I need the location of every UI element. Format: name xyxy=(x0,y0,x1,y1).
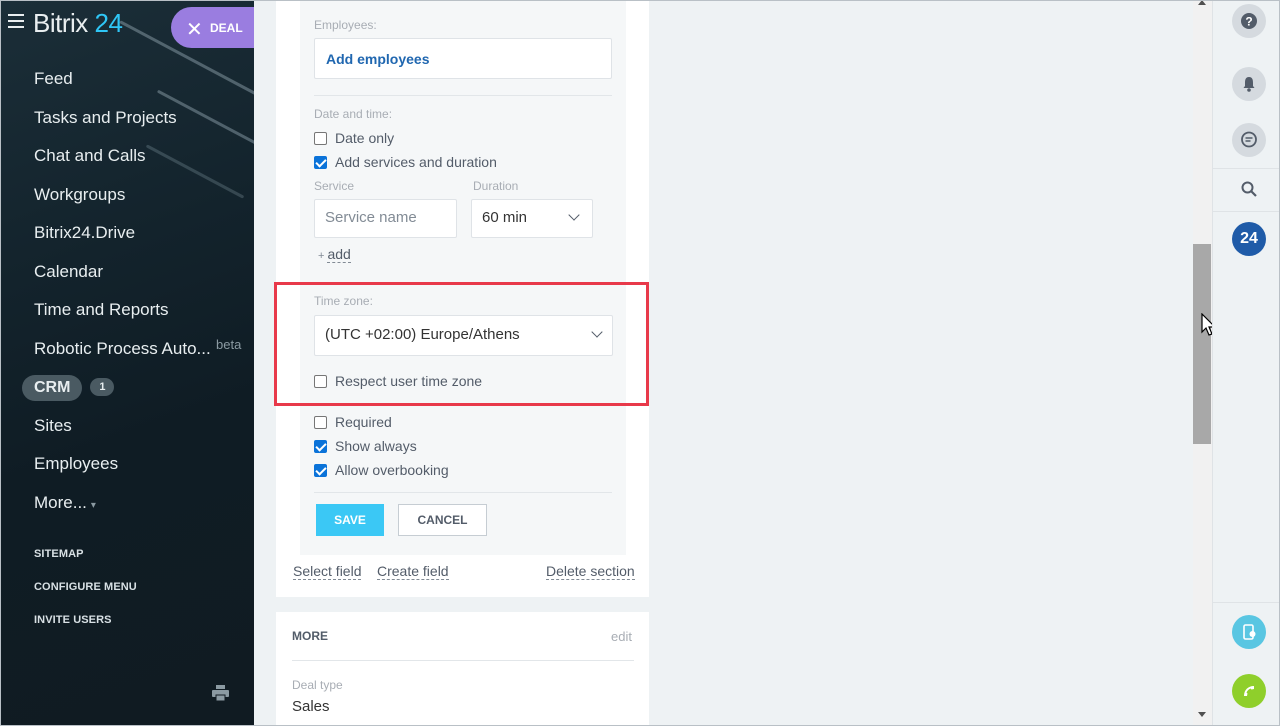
timezone-highlight-box xyxy=(274,282,649,406)
divider xyxy=(1213,602,1280,603)
date-time-label: Date and time: xyxy=(314,107,393,121)
call-icon[interactable] xyxy=(1232,674,1266,708)
sidebar-item-more[interactable]: More... ▾ xyxy=(0,486,254,525)
chevron-down-icon xyxy=(568,209,580,221)
right-panel: ? 24 xyxy=(1212,0,1280,726)
bitrix24-logo[interactable]: Bitrix 24 xyxy=(33,8,123,39)
sitemap-link[interactable]: SITEMAP xyxy=(34,548,84,560)
phone-chat-icon[interactable] xyxy=(1232,615,1266,649)
search-icon[interactable] xyxy=(1232,172,1266,206)
divider xyxy=(1213,211,1280,212)
deal-type-label: Deal type xyxy=(292,678,343,692)
allow-overbooking-checkbox[interactable]: Allow overbooking xyxy=(314,461,449,479)
sidebar-item-workgroups[interactable]: Workgroups xyxy=(0,178,254,217)
delete-section-link[interactable]: Delete section xyxy=(546,563,635,580)
employees-label: Employees: xyxy=(314,18,377,32)
scrollbar-thumb[interactable] xyxy=(1193,244,1211,444)
checkbox-checked-icon xyxy=(314,464,327,477)
checkbox-icon xyxy=(314,416,327,429)
crm-label: CRM xyxy=(22,375,83,401)
help-icon[interactable]: ? xyxy=(1232,4,1266,38)
duration-label: Duration xyxy=(473,179,519,193)
close-icon: ✕ xyxy=(186,19,203,41)
checkbox-checked-icon xyxy=(314,440,327,453)
left-sidebar: Bitrix 24 ✕ DEAL Feed Tasks and Projects… xyxy=(0,0,254,726)
sidebar-item-sites[interactable]: Sites xyxy=(0,409,254,448)
bell-icon[interactable] xyxy=(1232,67,1266,101)
configure-menu-link[interactable]: CONFIGURE MENU xyxy=(34,581,137,593)
divider xyxy=(314,95,612,96)
checkbox-icon xyxy=(314,132,327,145)
edit-section-link[interactable]: edit xyxy=(611,629,632,644)
more-section-card: MORE edit Deal type Sales xyxy=(276,612,649,726)
scroll-up-arrow-icon[interactable] xyxy=(1198,0,1206,5)
show-always-checkbox[interactable]: Show always xyxy=(314,437,417,455)
sidebar-item-feed[interactable]: Feed xyxy=(0,62,254,101)
svg-text:?: ? xyxy=(1245,15,1252,29)
sidebar-item-rpa[interactable]: Robotic Process Auto... beta xyxy=(0,332,254,371)
add-services-checkbox[interactable]: Add services and duration xyxy=(314,153,497,171)
add-service-link[interactable]: + add xyxy=(318,246,351,263)
duration-value: 60 min xyxy=(482,209,528,226)
checkbox-checked-icon xyxy=(314,156,327,169)
service-name-input[interactable]: Service name xyxy=(314,199,457,238)
add-employees-button[interactable]: Add employees xyxy=(314,38,612,79)
save-button[interactable]: SAVE xyxy=(316,504,384,536)
sidebar-item-tasks[interactable]: Tasks and Projects xyxy=(0,101,254,140)
sidebar-header: Bitrix 24 ✕ DEAL xyxy=(0,0,254,50)
sidebar-item-calendar[interactable]: Calendar xyxy=(0,255,254,294)
cancel-button[interactable]: CANCEL xyxy=(398,504,487,536)
menu-burger-icon[interactable] xyxy=(8,14,24,28)
divider xyxy=(292,660,634,661)
service-name-placeholder: Service name xyxy=(325,209,417,226)
service-label: Service xyxy=(314,179,355,193)
beta-tag: beta xyxy=(216,336,242,352)
invite-users-link[interactable]: INVITE USERS xyxy=(34,614,112,626)
close-deal-button[interactable]: ✕ DEAL xyxy=(171,7,254,48)
sidebar-menu: Feed Tasks and Projects Chat and Calls W… xyxy=(0,62,254,524)
more-section-title: MORE xyxy=(292,629,328,643)
crm-count-badge: 1 xyxy=(90,378,115,396)
create-field-link[interactable]: Create field xyxy=(377,563,449,580)
deal-label: DEAL xyxy=(210,21,243,35)
divider xyxy=(1213,168,1280,169)
chevron-down-icon: ▾ xyxy=(90,499,96,511)
scroll-down-arrow-icon[interactable] xyxy=(1198,712,1206,717)
printer-icon[interactable] xyxy=(212,685,229,701)
field-settings-form: Employees: Add employees Date and time: … xyxy=(300,0,626,555)
date-only-checkbox[interactable]: Date only xyxy=(314,129,394,147)
sidebar-item-chat[interactable]: Chat and Calls xyxy=(0,139,254,178)
sidebar-item-time-reports[interactable]: Time and Reports xyxy=(0,293,254,332)
select-field-link[interactable]: Select field xyxy=(293,563,362,580)
sidebar-item-employees[interactable]: Employees xyxy=(0,447,254,486)
duration-select[interactable]: 60 min xyxy=(471,199,593,238)
bitrix24-icon[interactable]: 24 xyxy=(1232,222,1266,256)
required-checkbox[interactable]: Required xyxy=(314,413,392,431)
divider xyxy=(314,492,612,493)
sidebar-item-drive[interactable]: Bitrix24.Drive xyxy=(0,216,254,255)
sidebar-item-crm[interactable]: CRM 1 xyxy=(0,370,254,409)
chat-icon[interactable] xyxy=(1232,123,1266,157)
deal-type-value[interactable]: Sales xyxy=(292,698,330,715)
